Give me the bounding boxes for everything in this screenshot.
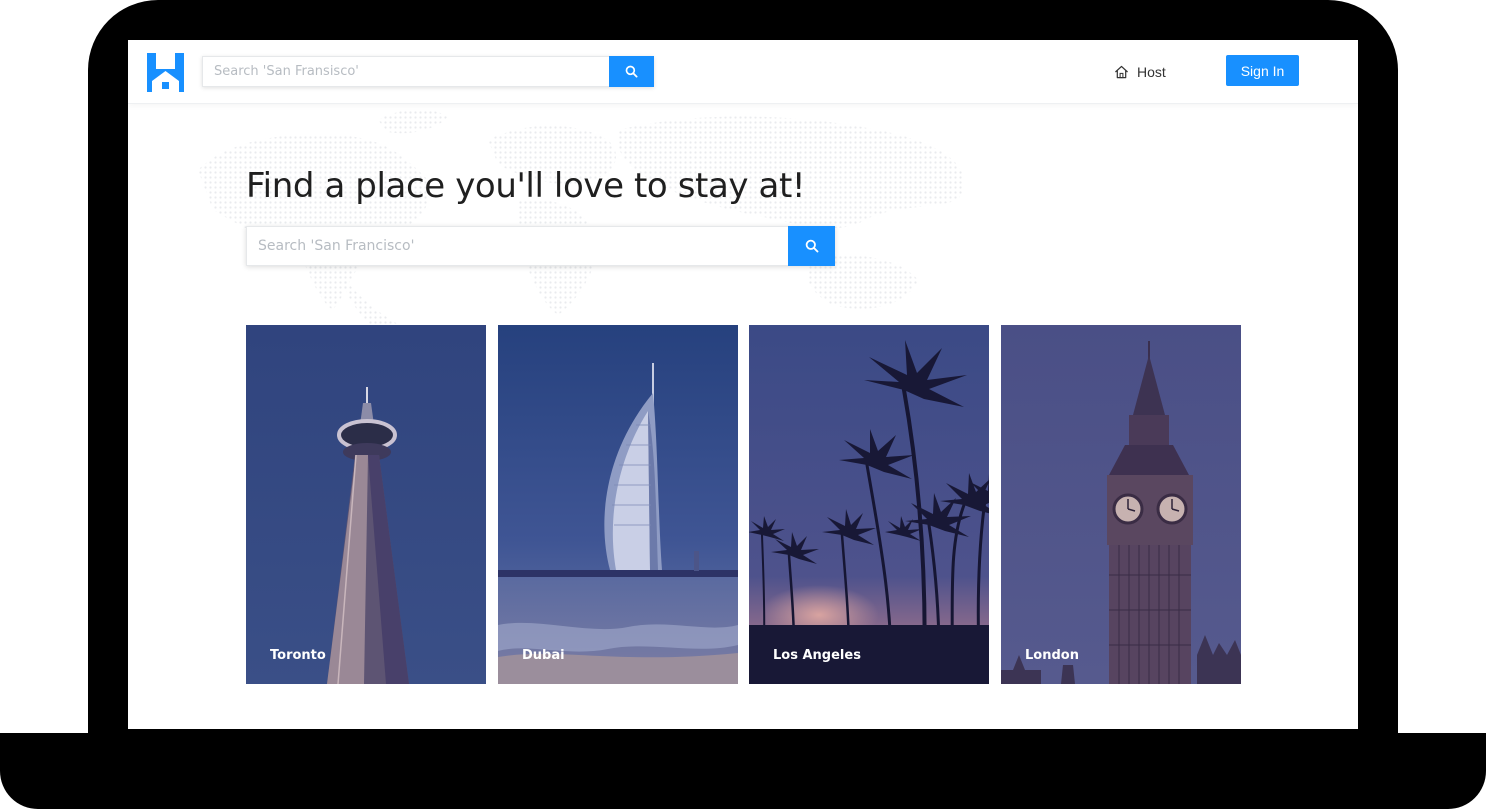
city-card-toronto[interactable]: Toronto: [246, 325, 486, 684]
toronto-cn-tower-image: [246, 325, 486, 684]
home-logo-icon[interactable]: [147, 53, 184, 92]
hero-search: [246, 226, 835, 266]
hero-title: Find a place you'll love to stay at!: [246, 166, 806, 206]
laptop-base: [0, 733, 1486, 809]
header-search: [202, 56, 654, 87]
search-icon: [805, 239, 818, 253]
header-search-button[interactable]: [609, 56, 654, 87]
hero-search-button[interactable]: [788, 226, 835, 266]
city-card-dubai[interactable]: Dubai: [498, 325, 738, 684]
host-link[interactable]: Host: [1114, 62, 1166, 82]
london-big-ben-image: [1001, 325, 1241, 684]
host-label: Host: [1137, 64, 1166, 80]
home-icon: [1115, 65, 1128, 79]
world-map-background: [198, 109, 965, 340]
dubai-burj-al-arab-image: [498, 325, 738, 684]
search-icon: [625, 65, 638, 78]
city-name-toronto: Toronto: [270, 648, 326, 663]
city-card-london[interactable]: London: [1001, 325, 1241, 684]
city-name-los-angeles: Los Angeles: [773, 648, 861, 663]
city-card-los-angeles[interactable]: Los Angeles: [749, 325, 989, 684]
app-screen: Host Sign In Find a place you'll love to…: [128, 40, 1358, 729]
header-search-input[interactable]: [202, 56, 609, 87]
sign-in-button[interactable]: Sign In: [1226, 55, 1299, 86]
app-header: Host Sign In: [128, 40, 1358, 104]
hero-search-input[interactable]: [246, 226, 788, 266]
los-angeles-palm-trees-image: [749, 325, 989, 684]
city-name-london: London: [1025, 648, 1079, 663]
city-name-dubai: Dubai: [522, 648, 565, 663]
